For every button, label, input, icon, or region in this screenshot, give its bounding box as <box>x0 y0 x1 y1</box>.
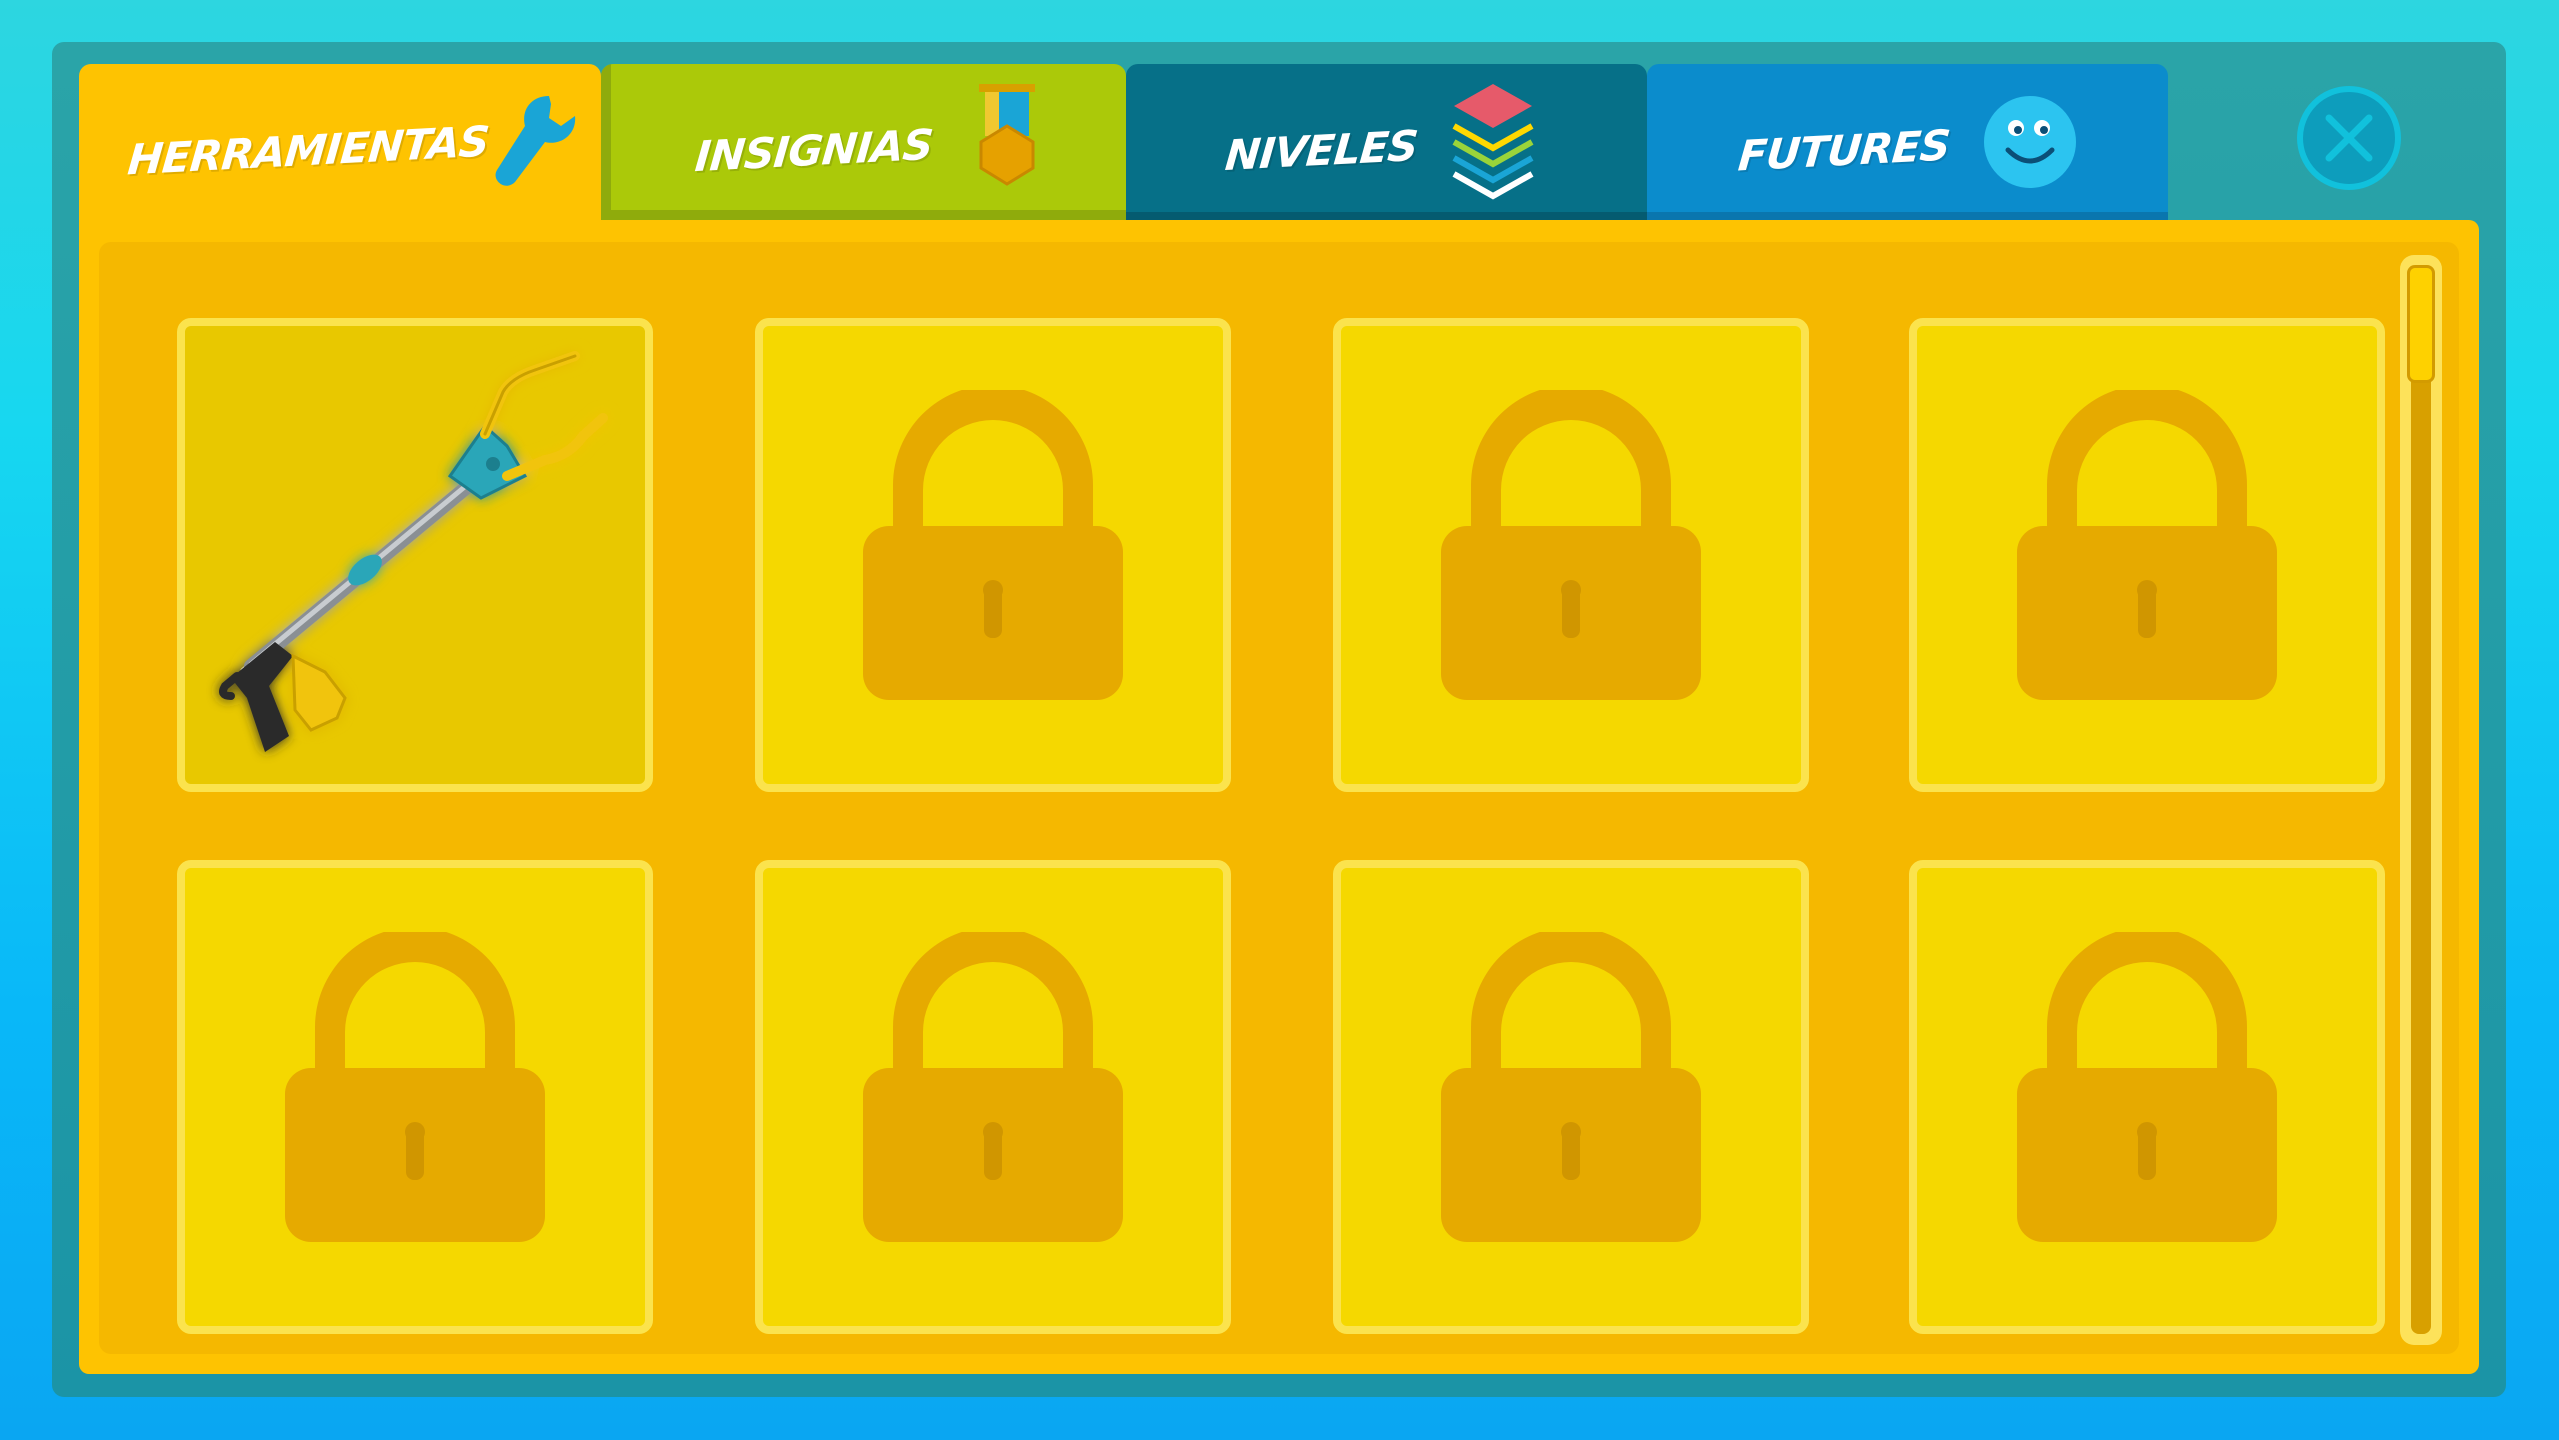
lock-icon <box>1441 932 1701 1242</box>
medal-icon <box>979 84 1035 186</box>
wrench-icon <box>495 96 576 186</box>
item-slot-locked[interactable] <box>1333 860 1809 1334</box>
lock-icon <box>863 390 1123 700</box>
tab-futures-label: FUTURES <box>1736 120 1952 181</box>
tab-insignias[interactable]: INSIGNIAS <box>601 64 1126 220</box>
tab-niveles-label: NIVELES <box>1223 121 1420 180</box>
smiley-icon <box>1984 96 2076 188</box>
item-slot-locked[interactable] <box>1909 860 2385 1334</box>
item-slot-trash-grabber[interactable] <box>177 318 653 792</box>
tab-niveles[interactable]: NIVELES <box>1126 64 1647 220</box>
tab-insignias-label: INSIGNIAS <box>693 119 935 182</box>
layers-icon <box>1452 84 1534 200</box>
scrollbar-groove <box>2411 266 2431 1334</box>
item-slot-locked[interactable] <box>1333 318 1809 792</box>
lock-icon <box>285 932 545 1242</box>
lock-icon <box>2017 932 2277 1242</box>
tab-herramientas-label: HERRAMIENTAS <box>125 116 491 185</box>
close-button[interactable] <box>2297 86 2401 190</box>
tab-herramientas[interactable]: HERRAMIENTAS <box>79 64 601 240</box>
item-slot-locked[interactable] <box>755 860 1231 1334</box>
lock-icon <box>863 932 1123 1242</box>
scrollbar-thumb[interactable] <box>2407 265 2435 383</box>
lock-icon <box>1441 390 1701 700</box>
tab-futures[interactable]: FUTURES <box>1647 64 2168 220</box>
items-panel <box>79 220 2479 1374</box>
close-icon <box>2325 114 2373 162</box>
items-grid <box>99 242 2459 1354</box>
item-slot-locked[interactable] <box>177 860 653 1334</box>
item-slot-locked[interactable] <box>1909 318 2385 792</box>
lock-icon <box>2017 390 2277 700</box>
item-slot-locked[interactable] <box>755 318 1231 792</box>
trash-grabber-icon <box>219 351 608 752</box>
